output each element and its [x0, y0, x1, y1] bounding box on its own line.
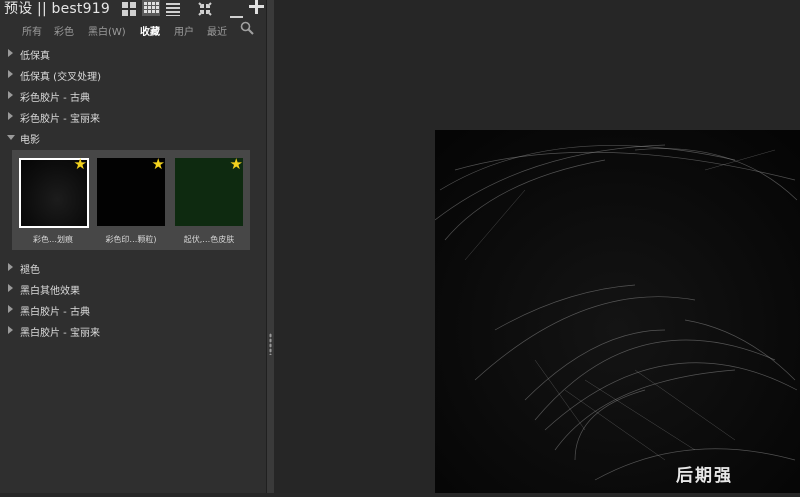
group-bw-film-polaroid[interactable]: 黑白胶片 - 宝丽来: [0, 320, 266, 340]
grid-small-icon[interactable]: [142, 0, 160, 20]
drag-handle-icon[interactable]: [269, 333, 272, 355]
favorite-star-icon[interactable]: ★: [152, 156, 165, 172]
panel-title: 预设 || best919: [4, 1, 110, 17]
thumbnail-caption: 彩色印…颗粒): [105, 235, 157, 244]
group-label: 低保真: [20, 51, 50, 62]
group-faded[interactable]: 褪色: [0, 257, 266, 277]
expand-arrow-icon[interactable]: [8, 49, 13, 57]
thumbnail-caption: 彩色…划痕: [33, 235, 73, 244]
image-preview: [434, 130, 800, 493]
preset-thumbnail[interactable]: ★ 彩色印…颗粒): [94, 154, 168, 244]
expand-arrow-icon[interactable]: [8, 112, 13, 120]
search-icon[interactable]: [240, 21, 254, 38]
tab-recent[interactable]: 最近: [207, 23, 227, 38]
group-label: 黑白胶片 - 宝丽来: [20, 328, 100, 339]
panel-splitter[interactable]: [266, 0, 274, 493]
expand-arrow-icon[interactable]: [8, 305, 13, 313]
tab-favorites[interactable]: 收藏: [140, 23, 160, 38]
filter-tabs: 所有 彩色 黑白(W) 收藏 用户 最近: [0, 20, 266, 38]
collapse-arrow-icon[interactable]: [7, 135, 15, 140]
group-label: 黑白胶片 - 古典: [20, 307, 90, 318]
group-label: 彩色胶片 - 古典: [20, 93, 90, 104]
watermark-logo: 后期强: [676, 466, 733, 486]
collapse-icon[interactable]: [198, 1, 212, 20]
group-label: 黑白其他效果: [20, 286, 80, 297]
preset-thumbnail[interactable]: ★ 起伏,…色皮肤: [172, 154, 246, 244]
presets-panel: 预设 || best919 所有 彩色 黑白(W) 收藏 用户 最近 低保真 低…: [0, 0, 266, 493]
group-label: 彩色胶片 - 宝丽来: [20, 114, 100, 125]
tab-user[interactable]: 用户: [174, 23, 194, 38]
thumbnail-caption: 起伏,…色皮肤: [183, 235, 235, 244]
tab-bw[interactable]: 黑白(W): [88, 23, 126, 38]
group-lo-fi[interactable]: 低保真: [0, 43, 266, 63]
list-icon[interactable]: [166, 1, 180, 20]
group-bw-other[interactable]: 黑白其他效果: [0, 278, 266, 298]
expand-arrow-icon[interactable]: [8, 263, 13, 271]
group-label: 低保真 (交叉处理): [20, 72, 101, 83]
group-label: 褪色: [20, 265, 40, 276]
group-label: 电影: [20, 135, 40, 146]
expand-arrow-icon[interactable]: [8, 326, 13, 334]
expand-arrow-icon[interactable]: [8, 91, 13, 99]
group-bw-film-classic[interactable]: 黑白胶片 - 古典: [0, 299, 266, 319]
favorite-star-icon[interactable]: ★: [74, 156, 87, 172]
expand-arrow-icon[interactable]: [8, 70, 13, 78]
grid-large-icon[interactable]: [122, 1, 136, 20]
group-color-film-polaroid[interactable]: 彩色胶片 - 宝丽来: [0, 106, 266, 126]
group-cinema[interactable]: 电影: [0, 127, 266, 147]
tab-color[interactable]: 彩色: [54, 23, 74, 38]
scratch-texture: [434, 130, 800, 493]
preset-thumbnail-strip: ★ 彩色…划痕 ★ 彩色印…颗粒) ★ 起伏,…色皮肤: [12, 150, 250, 250]
tab-all[interactable]: 所有: [22, 23, 42, 38]
group-lo-fi-cross-process[interactable]: 低保真 (交叉处理): [0, 64, 266, 84]
favorite-star-icon[interactable]: ★: [230, 156, 243, 172]
plus-icon[interactable]: [249, 0, 264, 18]
image-canvas: [274, 0, 800, 493]
panel-header: 预设 || best919: [0, 0, 266, 18]
expand-arrow-icon[interactable]: [8, 284, 13, 292]
preset-thumbnail[interactable]: ★ 彩色…划痕: [16, 154, 90, 244]
group-color-film-classic[interactable]: 彩色胶片 - 古典: [0, 85, 266, 105]
